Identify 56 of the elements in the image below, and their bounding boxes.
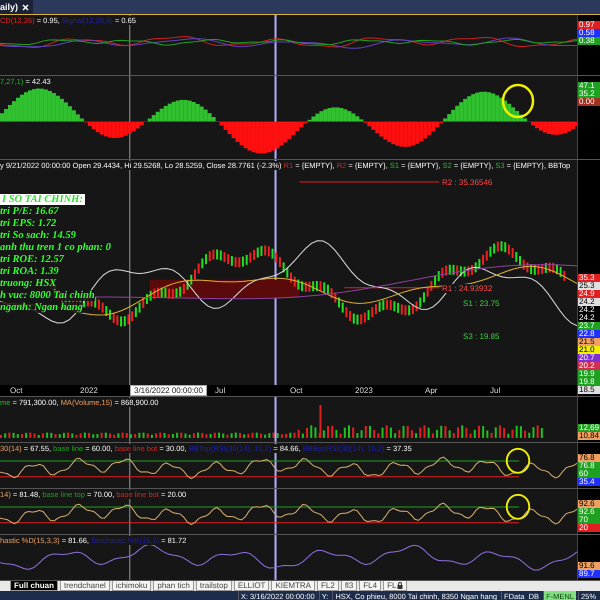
axis-value-label: 23.7 (578, 322, 600, 330)
axis-value-label: 10,84 (578, 432, 600, 440)
axis-value-label: 35.3 (578, 274, 600, 282)
axis-value-label: 12,69 (578, 424, 600, 432)
axis-value-label: 76.8 (578, 454, 600, 462)
axis-value-label: 70 (578, 516, 600, 524)
info-title: I SO TAI CHINH: (0, 194, 85, 205)
level-label: R2 : 35.36546 (442, 178, 492, 187)
sheet-tab[interactable]: fl3 (340, 581, 358, 592)
axis-value-label: 25.3 (578, 282, 600, 290)
axis-value-label: 22.8 (578, 330, 600, 338)
axis-value-label: 91.6 (578, 562, 600, 570)
axis-value-label: 47.1 (578, 82, 600, 90)
sheet-tab[interactable]: FL (383, 581, 408, 592)
axis-value-label: 92.6 (578, 508, 600, 516)
sheet-tab[interactable]: trendchanel (60, 581, 110, 592)
axis-value-label: 21.5 (578, 338, 600, 346)
chart-tab[interactable]: aily) (0, 0, 34, 14)
sheet-tab[interactable]: FL2 (317, 581, 339, 592)
sheet-tab[interactable]: ELLIOT (234, 581, 270, 592)
axis-value-label: 0.38 (578, 37, 600, 45)
axis-value-label: 19.8 (578, 378, 600, 386)
axis-value-label: 89.7 (578, 570, 600, 578)
axis-value-label: 0.97 (578, 21, 600, 29)
axis-value-label: 92.6 (578, 500, 600, 508)
level-label: S3 : 19.85 (463, 332, 500, 341)
axis-value-label: 35.4 (578, 478, 600, 486)
date-label: Oct (10, 386, 22, 396)
date-label: 2022 (80, 386, 98, 396)
axis-value-label: 20.2 (578, 362, 600, 370)
date-label: Jul (490, 386, 500, 396)
axis-value-label: 21.0 (578, 346, 600, 354)
sheet-tab[interactable]: phan tich (153, 581, 194, 592)
level-label: R1 : 24.93932 (442, 284, 492, 293)
close-icon[interactable] (22, 4, 30, 10)
lock-icon (397, 582, 404, 590)
date-label: 2023 (355, 386, 373, 396)
date-label: Jul (215, 386, 226, 396)
axis-value-label: 18.5 (578, 386, 600, 394)
sheet-tab[interactable]: ichimoku (112, 581, 152, 592)
axis-value-label: 19.9 (578, 370, 600, 378)
axis-value-label: 20 (578, 524, 600, 532)
axis-value-label: 24.9 (578, 290, 600, 298)
cursor-date-label: 3/16/2022 00:00:00 (130, 385, 207, 396)
axis-value-label: 60 (578, 470, 600, 478)
sheet-tab[interactable]: trailstop (196, 581, 232, 592)
level-label: S1 : 23.75 (463, 298, 500, 308)
sheet-tab[interactable]: Full chuan (10, 581, 58, 592)
axis-value-label: 24.2 (578, 298, 600, 306)
sheet-tab[interactable]: KIEMTRA (271, 581, 316, 592)
date-label: Apr (425, 386, 438, 396)
axis-value-label: 0.58 (578, 29, 600, 37)
axis-value-label: 76.8 (578, 462, 600, 470)
axis-value-label: 20.7 (578, 354, 600, 362)
date-label: Oct (290, 386, 302, 396)
sheet-tab[interactable]: FL4 (359, 581, 382, 592)
